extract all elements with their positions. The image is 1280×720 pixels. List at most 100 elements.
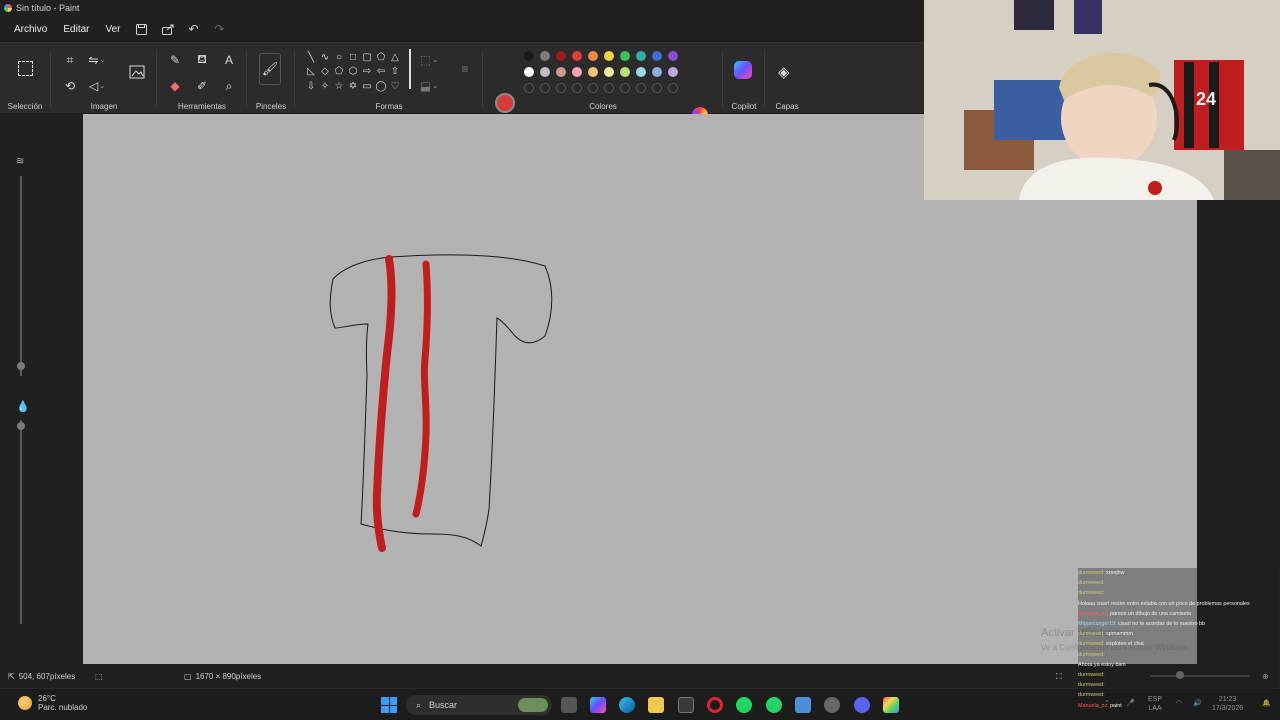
paint-taskbar-icon[interactable] [883, 697, 899, 713]
task-view-icon[interactable] [561, 697, 577, 713]
menu-ver[interactable]: Ver [99, 21, 126, 38]
pentagon-shape-icon[interactable]: ⬠ [333, 65, 345, 77]
windows-start-icon[interactable] [381, 697, 397, 713]
primary-color-swatch[interactable] [495, 93, 515, 113]
settings-icon[interactable] [824, 697, 840, 713]
down-arrow-shape-icon[interactable]: ⇩ [305, 80, 317, 92]
color-swatch[interactable] [524, 67, 534, 77]
discord-icon[interactable] [854, 697, 870, 713]
diamond-shape-icon[interactable]: ◇ [319, 65, 331, 77]
color-swatch[interactable] [652, 51, 662, 61]
color-swatch[interactable] [668, 67, 678, 77]
oval-shape-icon[interactable]: ○ [333, 51, 345, 63]
color-swatch[interactable] [604, 51, 614, 61]
weather-widget[interactable]: 26°C Parc. nublado [18, 694, 87, 712]
custom-color-slot[interactable] [572, 83, 582, 93]
custom-color-slot[interactable] [556, 83, 566, 93]
custom-color-slot[interactable] [652, 83, 662, 93]
store-icon[interactable] [678, 697, 694, 713]
custom-color-slot[interactable] [524, 83, 534, 93]
curve-shape-icon[interactable]: ∿ [319, 51, 331, 63]
copilot-taskbar-icon[interactable] [590, 697, 606, 713]
color-swatch[interactable] [540, 67, 550, 77]
callout-oval-shape-icon[interactable]: ◯ [375, 80, 387, 92]
brush-size-slider-thumb[interactable] [17, 362, 25, 370]
rounded-rectangle-shape-icon[interactable]: ▢ [361, 51, 373, 63]
color-swatch[interactable] [540, 51, 550, 61]
color-swatch[interactable] [604, 67, 614, 77]
redo-icon[interactable]: ↷ [209, 18, 231, 40]
opacity-slider[interactable] [20, 420, 22, 624]
eraser-icon[interactable]: ◆ [166, 77, 184, 95]
fill-icon[interactable]: ⬓ ⌄ [420, 77, 438, 95]
brush-icon[interactable]: 🖌 [259, 53, 281, 85]
hexagon-shape-icon[interactable]: ⬡ [347, 65, 359, 77]
four-point-star-shape-icon[interactable]: ✧ [319, 80, 331, 92]
edge-icon[interactable] [619, 697, 635, 713]
resize-icon[interactable]: ⇋ ⌄ [88, 51, 106, 69]
copilot-icon[interactable] [734, 61, 752, 79]
rectangle-select-icon[interactable] [18, 61, 33, 76]
custom-color-slot[interactable] [620, 83, 630, 93]
selection-label: Selección [7, 102, 43, 111]
outline-icon[interactable]: ⬚ ⌄ [420, 51, 438, 69]
fill-bucket-icon[interactable]: ⛾ [193, 51, 211, 69]
color-swatch[interactable] [668, 51, 678, 61]
color-swatch[interactable] [556, 51, 566, 61]
color-swatch[interactable] [620, 51, 630, 61]
spotify-icon[interactable] [736, 697, 752, 713]
copilot-group[interactable]: Copilot [724, 43, 764, 115]
share-icon[interactable] [157, 18, 179, 40]
layers-icon[interactable]: ◈ [778, 63, 790, 81]
triangle-shape-icon[interactable]: △ [389, 51, 401, 63]
file-explorer-icon[interactable] [648, 697, 664, 713]
undo-icon[interactable]: ↶ [183, 18, 205, 40]
custom-color-slot[interactable] [540, 83, 550, 93]
color-swatch[interactable] [620, 67, 630, 77]
save-icon[interactable] [131, 18, 153, 40]
color-swatch[interactable] [636, 51, 646, 61]
fit-to-window-icon[interactable]: ⛶ [1056, 672, 1062, 682]
five-point-star-shape-icon[interactable]: ☆ [333, 80, 345, 92]
color-swatch[interactable] [572, 51, 582, 61]
six-point-star-shape-icon[interactable]: ✡ [347, 80, 359, 92]
color-swatch[interactable] [636, 67, 646, 77]
color-swatch[interactable] [588, 51, 598, 61]
heart-shape-icon[interactable]: ♡ [389, 80, 401, 92]
rotate-icon[interactable]: ⟲ [61, 77, 79, 95]
color-swatch[interactable] [572, 67, 582, 77]
opacity-slider-thumb[interactable] [17, 422, 25, 430]
menu-archivo[interactable]: Archivo [8, 21, 53, 38]
color-swatch[interactable] [588, 67, 598, 77]
widgets-thumbnail-icon[interactable] [518, 698, 548, 712]
pencil-icon[interactable]: ✎ [166, 51, 184, 69]
callout-rect-shape-icon[interactable]: ▭ [361, 80, 373, 92]
custom-color-slot[interactable] [588, 83, 598, 93]
brush-size-slider[interactable] [20, 176, 22, 376]
magnifier-icon[interactable]: ⌕ [220, 77, 238, 95]
shapes-scroll-indicator[interactable] [409, 49, 411, 89]
line-shape-icon[interactable]: ╲ [305, 51, 317, 63]
up-arrow-shape-icon[interactable]: ⇧ [389, 65, 401, 77]
rectangle-shape-icon[interactable]: □ [347, 51, 359, 63]
color-swatch[interactable] [524, 51, 534, 61]
whatsapp-icon[interactable] [766, 697, 782, 713]
notepad-icon[interactable] [795, 697, 811, 713]
color-swatch[interactable] [652, 67, 662, 77]
opera-icon[interactable] [707, 697, 723, 713]
flip-icon[interactable]: ◁ ⌄ [88, 77, 106, 95]
color-swatch[interactable] [556, 67, 566, 77]
custom-color-slot[interactable] [604, 83, 614, 93]
crop-icon[interactable]: ⌗ [61, 51, 79, 69]
menu-editar[interactable]: Editar [57, 21, 95, 38]
text-icon[interactable]: A [220, 51, 238, 69]
right-triangle-shape-icon[interactable]: ◺ [305, 65, 317, 77]
custom-color-slot[interactable] [636, 83, 646, 93]
color-picker-icon[interactable]: ✐ [193, 77, 211, 95]
image-properties-icon[interactable] [128, 63, 146, 81]
left-arrow-shape-icon[interactable]: ⇦ [375, 65, 387, 77]
custom-color-slot[interactable] [668, 83, 678, 93]
shape-size-icon[interactable]: ≡ [456, 60, 474, 78]
polygon-shape-icon[interactable]: ⬠ [375, 51, 387, 63]
right-arrow-shape-icon[interactable]: ⇨ [361, 65, 373, 77]
